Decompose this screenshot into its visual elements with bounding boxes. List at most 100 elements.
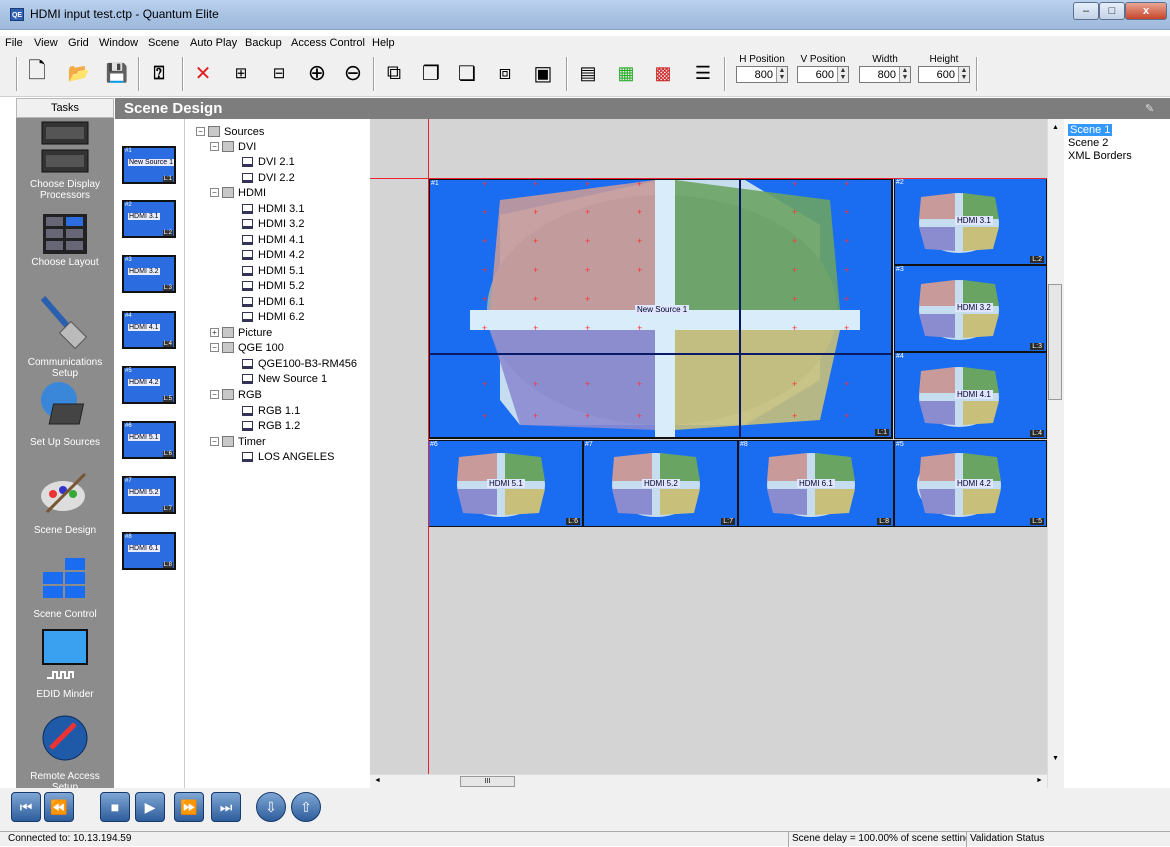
add-grid-icon[interactable]: ⊞ bbox=[226, 57, 256, 89]
h-position-value[interactable]: 800 bbox=[737, 69, 776, 81]
tree-item[interactable]: DVI 2.2 bbox=[242, 171, 295, 184]
fast-forward-icon[interactable]: ⏩ bbox=[174, 792, 204, 822]
tree-item[interactable]: RGB 1.1 bbox=[242, 404, 300, 417]
source-thumbnail[interactable]: #6 HDMI 5.1 L:6 bbox=[122, 421, 176, 459]
bring-front-icon[interactable]: ❐ bbox=[416, 57, 446, 89]
scene-window-main[interactable]: + + + + + + + + + + + + + + + + + + + + … bbox=[428, 178, 893, 439]
source-thumbnail[interactable]: #2 HDMI 3.1 L:2 bbox=[122, 200, 176, 238]
tree-node-hdmi[interactable]: − HDMI bbox=[210, 186, 266, 199]
remove-grid-icon[interactable]: ⊟ bbox=[264, 57, 294, 89]
tree-item[interactable]: HDMI 3.2 bbox=[242, 217, 304, 230]
close-button[interactable]: x bbox=[1125, 2, 1167, 20]
width-value[interactable]: 800 bbox=[860, 69, 899, 81]
scroll-down-icon[interactable]: ▼ bbox=[1052, 755, 1059, 762]
menu-access-control[interactable]: Access Control bbox=[291, 37, 365, 49]
spinner-arrows-icon[interactable]: ▲ ▼ bbox=[899, 67, 910, 82]
tree-node-rgb[interactable]: − RGB bbox=[210, 388, 262, 401]
tree-item[interactable]: HDMI 5.1 bbox=[242, 264, 304, 277]
scene-window[interactable]: #4 HDMI 4.1 L:4 bbox=[894, 352, 1047, 439]
align-windows-icon[interactable]: ⧉ bbox=[379, 57, 409, 89]
collapse-icon[interactable]: − bbox=[210, 343, 219, 352]
tree-item[interactable]: HDMI 6.1 bbox=[242, 295, 304, 308]
scene-window[interactable]: #7 HDMI 5.2 L:7 bbox=[583, 440, 738, 527]
new-window-icon[interactable]: ▤ bbox=[573, 57, 603, 89]
pin-icon[interactable]: ✎ bbox=[1145, 102, 1154, 115]
first-scene-icon[interactable]: ⏮ bbox=[11, 792, 41, 822]
source-thumbnail[interactable]: #4 HDMI 4.1 L:4 bbox=[122, 311, 176, 349]
bring-forward-icon[interactable]: ⧈ bbox=[490, 57, 520, 89]
scene-window[interactable]: #6 HDMI 5.1 L:6 bbox=[428, 440, 583, 527]
tree-item[interactable]: HDMI 4.1 bbox=[242, 233, 304, 246]
tree-node-qge100[interactable]: − QGE 100 bbox=[210, 341, 284, 354]
zoom-out-icon[interactable]: ⊖ bbox=[338, 57, 368, 89]
delete-grid-icon[interactable]: ✕ bbox=[188, 57, 218, 89]
scene-up-icon[interactable]: ⇧ bbox=[291, 792, 321, 822]
task-set-up-sources[interactable]: Set Up Sources bbox=[16, 378, 114, 448]
tree-item[interactable]: New Source 1 bbox=[242, 372, 327, 385]
task-scene-design[interactable]: Scene Design bbox=[16, 466, 114, 536]
send-back-icon[interactable]: ❏ bbox=[452, 57, 482, 89]
menu-help[interactable]: Help bbox=[372, 37, 395, 49]
minimize-button[interactable]: – bbox=[1073, 2, 1099, 20]
height-spinner[interactable]: 600 ▲ ▼ bbox=[918, 66, 970, 83]
tree-node-sources[interactable]: − Sources bbox=[196, 125, 264, 138]
stop-icon[interactable]: ■ bbox=[100, 792, 130, 822]
menu-auto-play[interactable]: Auto Play bbox=[190, 37, 237, 49]
collapse-icon[interactable]: − bbox=[210, 188, 219, 197]
new-file-icon[interactable]: 🗋 bbox=[22, 57, 52, 89]
task-scene-control[interactable]: Scene Control bbox=[16, 546, 114, 620]
tree-item[interactable]: HDMI 3.1 bbox=[242, 202, 304, 215]
tree-node-picture[interactable]: + Picture bbox=[210, 326, 272, 339]
tree-item[interactable]: RGB 1.2 bbox=[242, 419, 300, 432]
collapse-icon[interactable]: − bbox=[196, 127, 205, 136]
tree-item[interactable]: LOS ANGELES bbox=[242, 450, 334, 463]
spinner-arrows-icon[interactable]: ▲ ▼ bbox=[837, 67, 848, 82]
remove-window-icon[interactable]: ▩ bbox=[648, 57, 678, 89]
task-communications-setup[interactable]: Communications Setup bbox=[16, 294, 114, 379]
width-spinner[interactable]: 800 ▲ ▼ bbox=[859, 66, 911, 83]
save-icon[interactable]: 💾 bbox=[102, 57, 132, 89]
menu-backup[interactable]: Backup bbox=[245, 37, 282, 49]
scroll-up-icon[interactable]: ▲ bbox=[1052, 124, 1059, 131]
menu-view[interactable]: View bbox=[34, 37, 58, 49]
task-choose-display-processors[interactable]: Choose Display Processors bbox=[16, 120, 114, 201]
add-window-icon[interactable]: ▦ bbox=[611, 57, 641, 89]
h-position-spinner[interactable]: 800 ▲ ▼ bbox=[736, 66, 788, 83]
task-remote-access-setup[interactable]: Remote Access Setup bbox=[16, 710, 114, 788]
help-icon[interactable]: ⍰ bbox=[144, 57, 174, 89]
scroll-right-icon[interactable]: ► bbox=[1036, 777, 1043, 784]
open-folder-icon[interactable]: 📂 bbox=[64, 57, 94, 89]
horizontal-scroll-thumb[interactable]: III bbox=[460, 776, 515, 787]
task-edid-minder[interactable]: EDID Minder bbox=[16, 626, 114, 700]
task-choose-layout[interactable]: Choose Layout bbox=[16, 214, 114, 268]
menu-grid[interactable]: Grid bbox=[68, 37, 89, 49]
last-scene-icon[interactable]: ⏭ bbox=[211, 792, 241, 822]
send-backward-icon[interactable]: ▣ bbox=[528, 57, 558, 89]
scene-window[interactable]: #2 HDMI 3.1 L:2 bbox=[894, 178, 1047, 265]
collapse-icon[interactable]: − bbox=[210, 142, 219, 151]
source-thumbnail[interactable]: #5 HDMI 4.2 L:5 bbox=[122, 366, 176, 404]
source-thumbnail[interactable]: #1 New Source 1 L:1 bbox=[122, 146, 176, 184]
source-thumbnail[interactable]: #7 HDMI 5.2 L:7 bbox=[122, 476, 176, 514]
menu-scene[interactable]: Scene bbox=[148, 37, 179, 49]
zoom-in-icon[interactable]: ⊕ bbox=[302, 57, 332, 89]
vertical-scrollbar[interactable]: ▲ ▼ bbox=[1047, 119, 1064, 788]
menu-window[interactable]: Window bbox=[99, 37, 138, 49]
collapse-icon[interactable]: − bbox=[210, 390, 219, 399]
scene-item-xml-borders[interactable]: XML Borders bbox=[1068, 150, 1132, 162]
tree-item[interactable]: HDMI 4.2 bbox=[242, 248, 304, 261]
expand-icon[interactable]: + bbox=[210, 328, 219, 337]
spinner-arrows-icon[interactable]: ▲ ▼ bbox=[776, 67, 787, 82]
collapse-icon[interactable]: − bbox=[210, 437, 219, 446]
v-position-value[interactable]: 600 bbox=[798, 69, 837, 81]
source-thumbnail[interactable]: #3 HDMI 3.2 L:3 bbox=[122, 255, 176, 293]
maximize-button[interactable]: □ bbox=[1099, 2, 1125, 20]
rewind-icon[interactable]: ⏪ bbox=[44, 792, 74, 822]
scene-item-2[interactable]: Scene 2 bbox=[1068, 137, 1108, 149]
tree-node-timer[interactable]: − Timer bbox=[210, 435, 266, 448]
tree-item[interactable]: HDMI 5.2 bbox=[242, 279, 304, 292]
v-position-spinner[interactable]: 600 ▲ ▼ bbox=[797, 66, 849, 83]
tree-item[interactable]: QGE100-B3-RM456 bbox=[242, 357, 357, 370]
height-value[interactable]: 600 bbox=[919, 69, 958, 81]
scene-window[interactable]: #5 HDMI 4.2 L:5 bbox=[894, 440, 1047, 527]
